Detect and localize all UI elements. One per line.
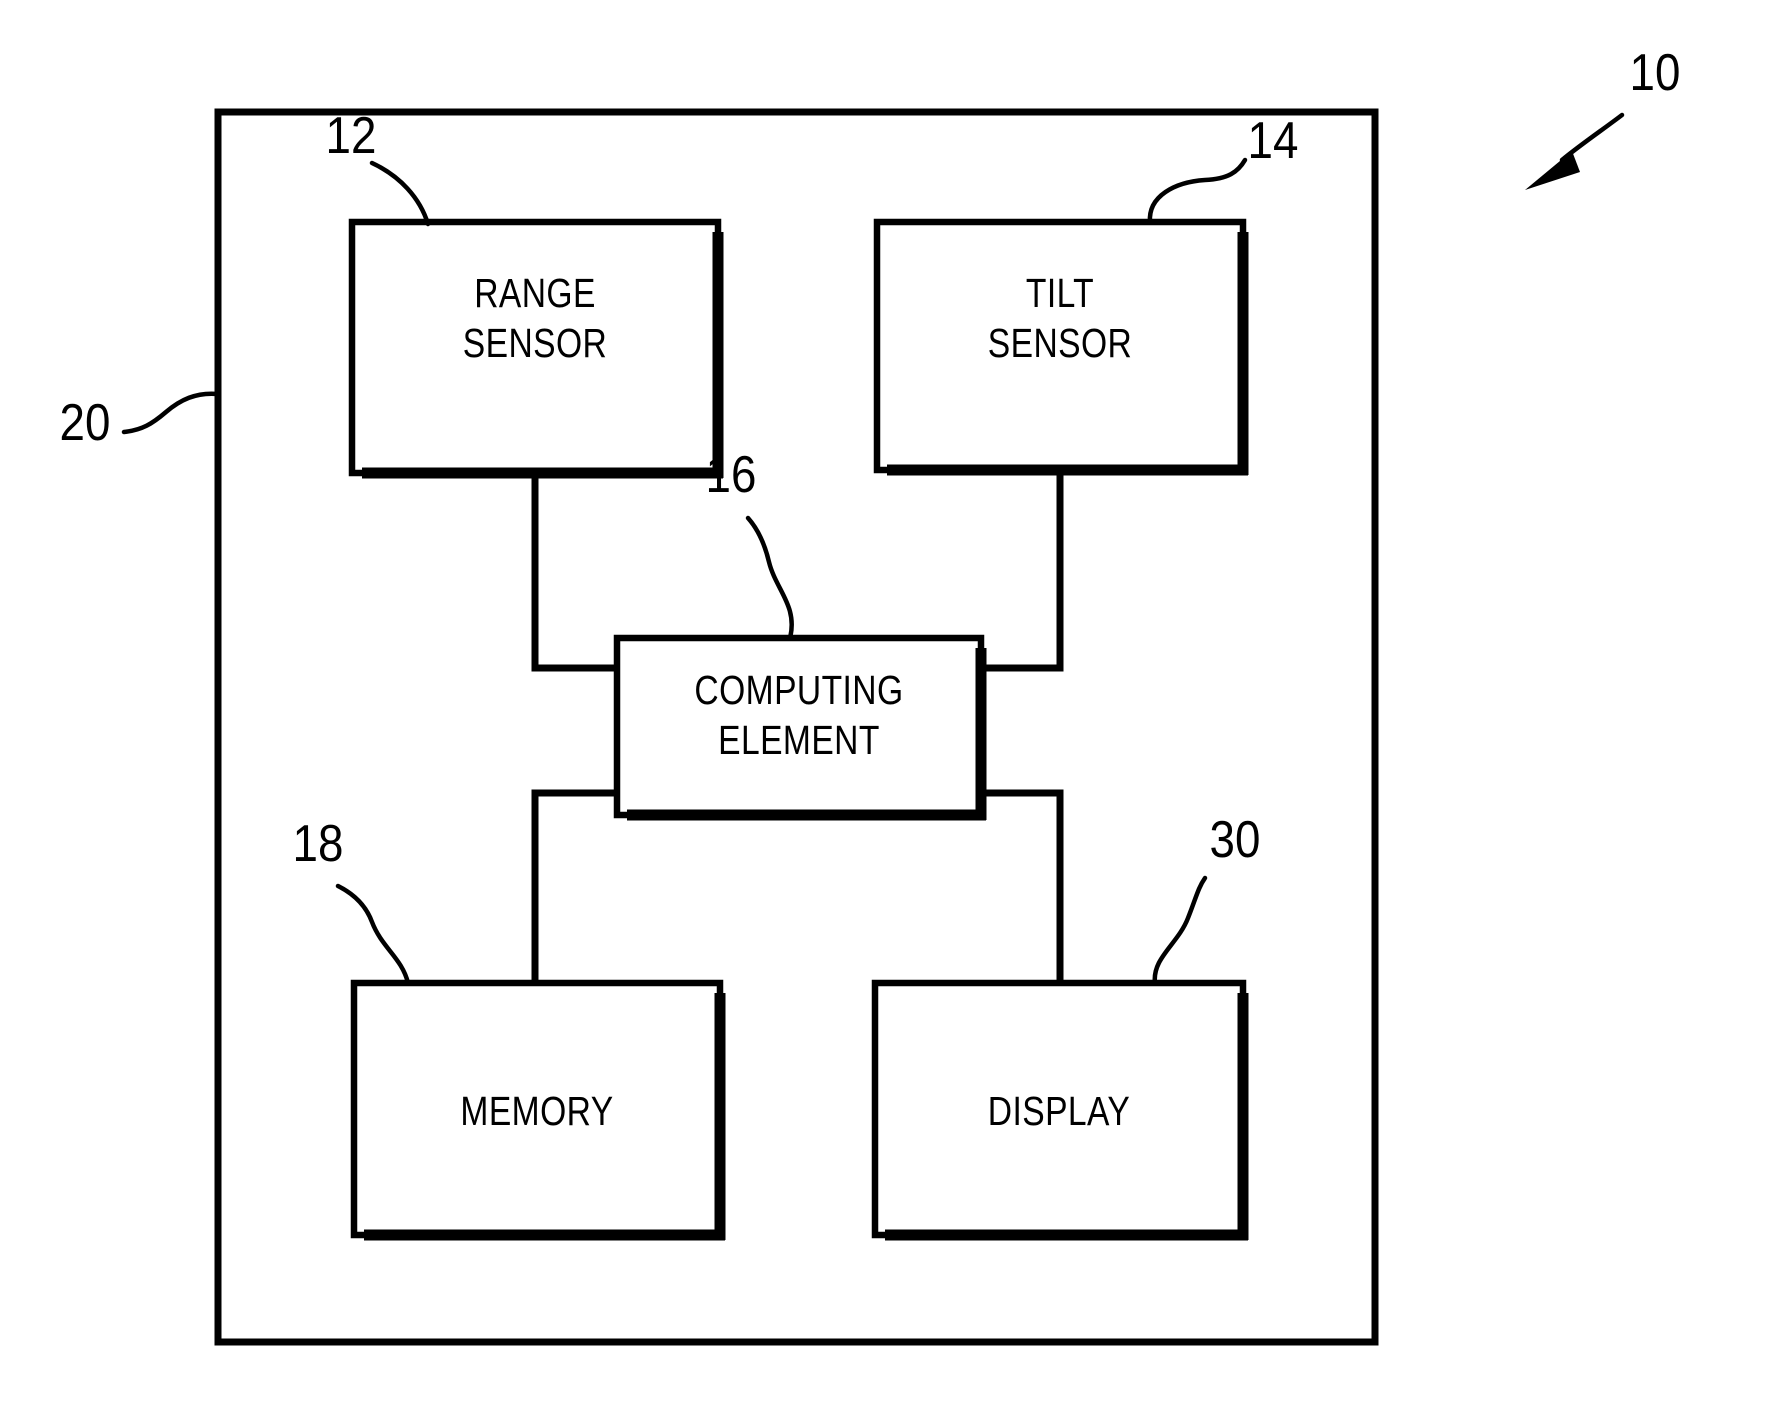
reference-callout-30: 30 [1152,811,1261,986]
diagram-canvas: RANGE SENSOR 12 TILT SENSOR 14 COMPUTING [60,44,1680,1346]
block-display[interactable]: DISPLAY [871,979,1249,1241]
reference-callout-10: 10 [1525,44,1680,190]
reference-callout-14: 14 [1147,112,1299,225]
leader-line-18 [335,883,411,986]
connector-range-sensor-to-computing-element [531,473,621,672]
leader-line-12 [369,160,431,227]
reference-callout-20: 20 [60,391,221,452]
reference-numeral-10: 10 [1630,44,1681,101]
reference-numeral-18: 18 [293,815,344,872]
reference-numeral-30: 30 [1210,811,1261,868]
leader-line-20 [121,391,221,435]
block-range-sensor[interactable]: RANGE SENSOR [348,218,724,479]
range-sensor-label-line2: SENSOR [463,320,607,366]
leader-line-14 [1147,157,1248,225]
connector-tilt-sensor-to-computing-element [977,470,1064,672]
display-label-line1: DISPLAY [988,1088,1130,1134]
reference-callout-18: 18 [293,815,411,986]
reference-callout-12: 12 [326,107,431,227]
patent-figure: RANGE SENSOR 12 TILT SENSOR 14 COMPUTING [0,0,1774,1416]
memory-label-line1: MEMORY [460,1088,613,1134]
block-computing-element[interactable]: COMPUTING ELEMENT [613,634,987,821]
tilt-sensor-label-line1: TILT [1026,270,1094,316]
block-memory[interactable]: MEMORY [350,979,726,1241]
reference-numeral-14: 14 [1248,112,1299,169]
reference-callout-16: 16 [706,446,794,641]
connector-computing-element-to-display [977,789,1064,987]
computing-element-label-line2: ELEMENT [718,717,880,763]
connector-computing-element-to-memory [531,789,621,987]
reference-numeral-16: 16 [706,446,757,503]
computing-element-label-line1: COMPUTING [694,667,903,713]
leader-line-16 [745,515,794,641]
arrow-head-icon [1525,151,1580,190]
tilt-sensor-label-line2: SENSOR [988,320,1132,366]
range-sensor-label-line1: RANGE [474,270,596,316]
reference-numeral-20: 20 [60,394,111,451]
block-tilt-sensor[interactable]: TILT SENSOR [873,218,1249,476]
leader-line-30 [1152,875,1208,986]
reference-numeral-12: 12 [326,107,377,164]
